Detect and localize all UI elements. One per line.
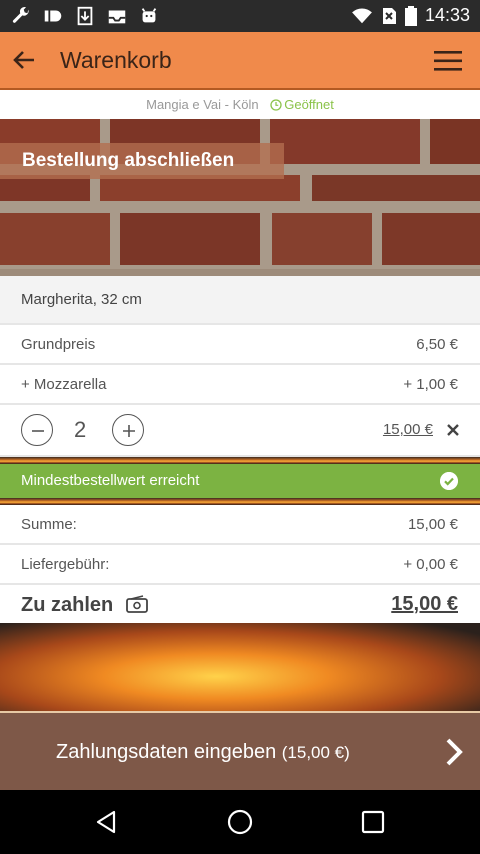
app-bar: Warenkorb [0, 32, 480, 90]
android-icon [141, 8, 157, 23]
back-triangle-icon[interactable] [92, 808, 120, 836]
quantity-value: 2 [74, 417, 87, 442]
fire-image-strip [0, 457, 480, 464]
wrench-icon [12, 7, 29, 23]
sum-row: Summe: 15,00 € [0, 505, 480, 545]
fee-label: Liefergebühr: [21, 556, 110, 573]
hamburger-menu-icon[interactable] [434, 50, 462, 72]
item-total: 15,00 € [382, 421, 433, 438]
price-line-base: Grundpreis 6,50 € [0, 325, 480, 365]
increase-quantity-button[interactable] [112, 414, 144, 446]
system-nav-bar [0, 790, 480, 854]
home-circle-icon[interactable] [226, 808, 254, 836]
plus-icon [123, 425, 135, 437]
quantity-row: 2 15,00 € [0, 405, 480, 457]
delivery-fee-row: Liefergebühr: + 0,00 € [0, 545, 480, 585]
total-value: 15,00 € [391, 593, 458, 615]
restaurant-name: Mangia e Vai - Köln [146, 97, 259, 112]
total-label-wrap: Zu zahlen [21, 594, 149, 617]
chevron-right-icon [446, 738, 463, 766]
sum-label: Summe: [21, 516, 77, 533]
hero-title: Bestellung abschließen [0, 143, 284, 179]
open-status: Geöffnet [284, 97, 334, 112]
price-line-topping: + Mozzarella + 1,00 € [0, 365, 480, 405]
item-name: Margherita, 32 cm [21, 291, 142, 308]
cta-amount: (15,00 €) [281, 743, 350, 762]
restaurant-bar: Mangia e Vai - Köln Geöffnet [0, 90, 480, 119]
line-label: Grundpreis [21, 336, 96, 353]
wifi-icon [352, 7, 372, 23]
page-title: Warenkorb [60, 47, 172, 73]
minus-icon [32, 430, 44, 432]
line-value: 6,50 € [416, 336, 458, 353]
hero-banner: Bestellung abschließen [0, 119, 480, 276]
status-time: 14:33 [424, 5, 470, 25]
fire-image-strip [0, 498, 480, 505]
fire-image [0, 623, 480, 712]
arrow-left-icon[interactable] [8, 44, 40, 76]
recent-square-icon[interactable] [359, 808, 387, 836]
battery-icon [404, 5, 417, 26]
money-icon [125, 595, 148, 613]
line-label: + Mozzarella [21, 376, 107, 393]
download-icon [77, 6, 93, 26]
fee-value: + 0,00 € [403, 556, 458, 573]
min-order-text: Mindestbestellwert erreicht [21, 472, 200, 489]
sum-value: 15,00 € [407, 516, 458, 533]
cart-item-header: Margherita, 32 cm [0, 276, 480, 325]
status-bar: 14:33 [0, 0, 480, 32]
decrease-quantity-button[interactable] [21, 414, 53, 446]
clock-icon [270, 99, 282, 111]
no-sim-icon [382, 7, 396, 24]
id-icon [44, 10, 62, 22]
min-order-banner: Mindestbestellwert erreicht [0, 464, 480, 498]
check-circle-icon [440, 472, 458, 490]
cart: Margherita, 32 cm Grundpreis 6,50 € + Mo… [0, 276, 480, 627]
cta-label: Zahlungsdaten eingeben [56, 741, 277, 763]
inbox-icon [108, 10, 126, 24]
remove-item-icon[interactable] [446, 423, 460, 437]
payment-details-button[interactable]: Zahlungsdaten eingeben (15,00 €) [0, 711, 480, 790]
total-label: Zu zahlen [21, 594, 114, 616]
line-value: + 1,00 € [403, 376, 458, 393]
total-row: Zu zahlen 15,00 € [0, 585, 480, 627]
cta-label-wrap: Zahlungsdaten eingeben (15,00 €) [56, 741, 350, 764]
